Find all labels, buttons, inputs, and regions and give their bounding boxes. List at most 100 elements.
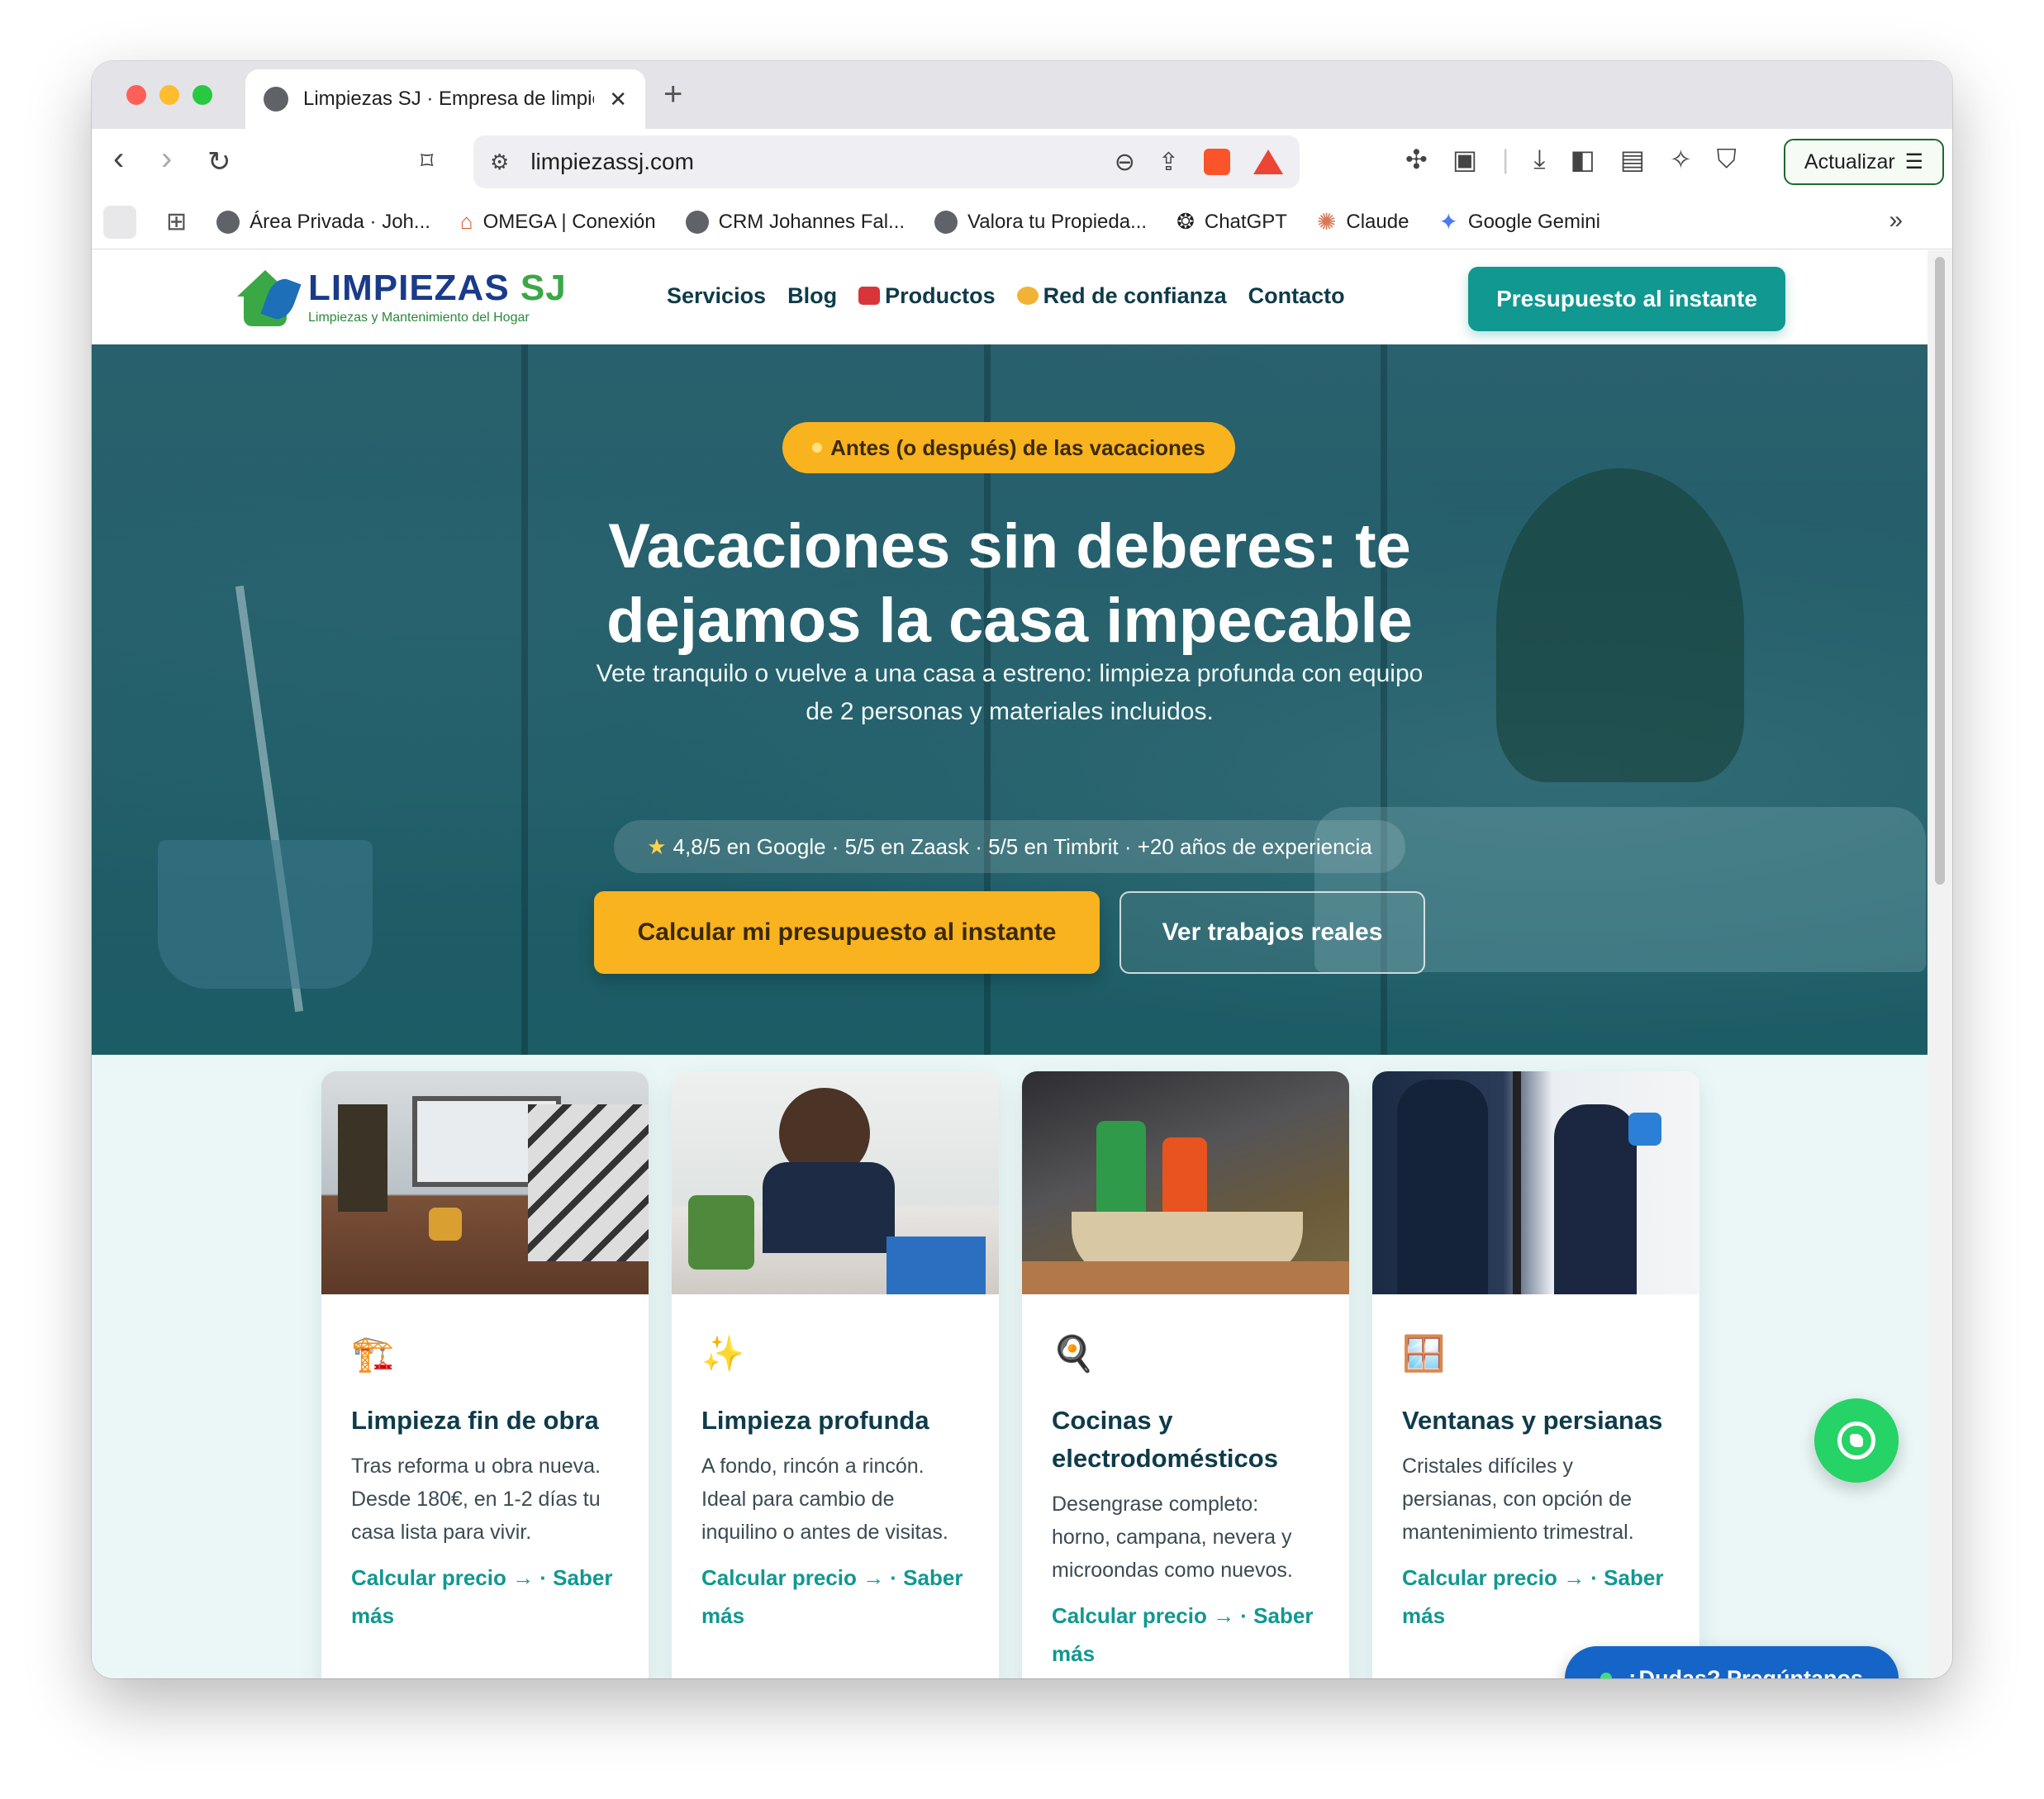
- bookmark-item[interactable]: ⌂ OMEGA | Conexión: [460, 209, 656, 235]
- whatsapp-button[interactable]: [1814, 1398, 1899, 1483]
- apps-grid-icon[interactable]: ⊞: [166, 207, 187, 236]
- season-badge: Antes (o después) de las vacaciones: [782, 422, 1235, 473]
- wallet-icon[interactable]: ▤: [1620, 144, 1645, 175]
- vpn-icon[interactable]: ⛉: [1717, 144, 1737, 175]
- bookmark-icon[interactable]: ⌑: [421, 147, 433, 176]
- reload-icon[interactable]: ↻: [207, 145, 231, 178]
- new-tab-button[interactable]: +: [663, 76, 682, 113]
- hero-window-frame: [521, 344, 528, 1055]
- online-status-icon: [1600, 1673, 1612, 1678]
- address-bar[interactable]: ⚙ limpiezassj.com ⊖ ⇪: [473, 135, 1300, 188]
- forward-icon[interactable]: ›: [161, 140, 172, 178]
- bookmark-item[interactable]: ✦ Google Gemini: [1438, 208, 1600, 235]
- nav-contacto[interactable]: Contacto: [1248, 283, 1345, 309]
- leo-ai-icon[interactable]: ✧: [1670, 144, 1692, 175]
- reader-mode-icon[interactable]: ▣: [1452, 144, 1477, 175]
- close-window-button[interactable]: [126, 85, 146, 105]
- menu-icon: ☰: [1904, 150, 1924, 173]
- loft-staircase-image: [321, 1071, 649, 1294]
- card-text: Tras reforma u obra nueva. Desde 180€, e…: [351, 1455, 601, 1544]
- toolbox-icon: [858, 287, 881, 305]
- zoom-window-button[interactable]: [193, 85, 212, 105]
- bookmark-item[interactable]: Área Privada · Joh...: [216, 210, 430, 234]
- sidebar-icon[interactable]: ◧: [1571, 144, 1595, 175]
- bookmark-placeholder[interactable]: [103, 205, 136, 239]
- service-cards: 🏗️ Limpieza fin de obra Tras reforma u o…: [321, 1071, 1699, 1678]
- service-card-limpieza-profunda[interactable]: ✨ Limpieza profunda A fondo, rincón a ri…: [672, 1071, 999, 1678]
- cleaning-products-image: [1022, 1071, 1349, 1294]
- frying-pan-icon: 🍳: [1052, 1334, 1096, 1373]
- zoom-out-icon[interactable]: ⊖: [1115, 148, 1135, 177]
- bookmark-item[interactable]: CRM Johannes Fal...: [685, 210, 905, 234]
- browser-toolbar: ‹ › ↻ ⌑ ⚙ limpiezassj.com ⊖ ⇪ ✣ ▣ | ⤓ ◧ …: [92, 129, 1952, 195]
- hero-subtitle: Vete tranquilo o vuelve a una casa a est…: [596, 660, 1424, 725]
- brand-accent: SJ: [520, 268, 567, 308]
- card-title: Cocinas y electrodomésticos: [1052, 1406, 1278, 1473]
- trust-ratings: ★ 4,8/5 en Google · 5/5 en Zaask · 5/5 en…: [614, 820, 1405, 873]
- page-viewport: LIMPIEZAS SJ Limpiezas y Mantenimiento d…: [92, 250, 1952, 1678]
- star-icon: ★: [647, 833, 667, 859]
- site-logo[interactable]: LIMPIEZAS SJ Limpiezas y Mantenimiento d…: [232, 263, 567, 330]
- card-title: Limpieza fin de obra: [351, 1406, 599, 1435]
- house-leaf-logo-icon: [232, 263, 302, 330]
- update-label: Actualizar: [1804, 150, 1895, 173]
- scrollbar-thumb[interactable]: [1935, 257, 1945, 885]
- bookmark-item[interactable]: ❂ ChatGPT: [1176, 209, 1287, 235]
- nav-blog[interactable]: Blog: [787, 283, 837, 309]
- view-real-work-button[interactable]: Ver trabajos reales: [1119, 891, 1425, 974]
- card-links[interactable]: Calcular precio → · Saber más: [701, 1559, 969, 1635]
- service-card-ventanas[interactable]: 🪟 Ventanas y persianas Cristales difícil…: [1372, 1071, 1699, 1678]
- card-title: Limpieza profunda: [701, 1406, 929, 1435]
- sparkles-icon: ✨: [701, 1334, 745, 1373]
- nav-servicios[interactable]: Servicios: [667, 283, 766, 309]
- extensions-icon[interactable]: ✣: [1405, 144, 1428, 175]
- ask-us-chat-button[interactable]: ¿Dudas? Pregúntanos: [1565, 1646, 1899, 1678]
- update-button[interactable]: Actualizar ☰: [1784, 139, 1944, 185]
- whatsapp-icon: [1837, 1422, 1875, 1460]
- bookmark-item[interactable]: Valora tu Propieda...: [934, 210, 1147, 234]
- minimize-window-button[interactable]: [159, 85, 179, 105]
- nav-red-de-confianza[interactable]: Red de confianza: [1016, 283, 1227, 309]
- card-links[interactable]: Calcular precio → · Saber más: [1402, 1559, 1670, 1635]
- download-icon[interactable]: ⤓: [1533, 144, 1545, 175]
- page-scrollbar[interactable]: [1928, 250, 1952, 1678]
- browser-tab[interactable]: Limpiezas SJ · Empresa de limpieza ✕: [245, 69, 645, 129]
- globe-icon: [685, 210, 709, 234]
- hero-bucket-image: [158, 840, 373, 989]
- calculate-quote-button[interactable]: Calcular mi presupuesto al instante: [594, 891, 1100, 974]
- brave-rewards-icon[interactable]: [1253, 150, 1283, 174]
- card-title: Ventanas y persianas: [1402, 1406, 1663, 1435]
- card-links[interactable]: Calcular precio → · Saber más: [1052, 1597, 1319, 1673]
- service-card-cocinas[interactable]: 🍳 Cocinas y electrodomésticos Desengrase…: [1022, 1071, 1349, 1678]
- browser-window: Limpiezas SJ · Empresa de limpieza ✕ + ‹…: [92, 61, 1952, 1678]
- brand-name: LIMPIEZAS: [308, 268, 510, 308]
- brand-tagline: Limpiezas y Mantenimiento del Hogar: [308, 311, 530, 325]
- sun-icon: [812, 443, 823, 453]
- share-icon[interactable]: ⇪: [1158, 148, 1179, 177]
- crane-icon: 🏗️: [351, 1334, 395, 1373]
- nav-productos[interactable]: Productos: [858, 283, 996, 309]
- back-icon[interactable]: ‹: [113, 140, 124, 178]
- chatgpt-icon: ❂: [1176, 209, 1195, 234]
- cleaner-kitchen-image: [672, 1071, 999, 1294]
- gemini-icon: ✦: [1438, 209, 1458, 235]
- site-settings-icon[interactable]: ⚙: [490, 150, 509, 175]
- card-links[interactable]: Calcular precio → · Saber más: [351, 1559, 619, 1635]
- card-text: Cristales difíciles y persianas, con opc…: [1402, 1455, 1634, 1544]
- claude-icon: ✺: [1316, 209, 1337, 235]
- more-bookmarks-icon[interactable]: »: [1889, 206, 1903, 235]
- header-quote-button[interactable]: Presupuesto al instante: [1468, 267, 1785, 331]
- toolbar-divider: |: [1502, 144, 1509, 174]
- globe-icon: [216, 210, 240, 234]
- main-nav: Servicios Blog Productos Red de confianz…: [667, 283, 1345, 309]
- url-text[interactable]: limpiezassj.com: [530, 149, 1091, 175]
- service-card-fin-de-obra[interactable]: 🏗️ Limpieza fin de obra Tras reforma u o…: [321, 1071, 649, 1678]
- close-tab-icon[interactable]: ✕: [609, 87, 627, 112]
- hero-plant-image: [1496, 468, 1744, 782]
- brave-shields-icon[interactable]: [1204, 149, 1230, 175]
- window-cleaners-image: [1372, 1071, 1699, 1294]
- tab-strip: Limpiezas SJ · Empresa de limpieza ✕ +: [92, 61, 1952, 129]
- card-text: A fondo, rincón a rincón. Ideal para cam…: [701, 1455, 948, 1544]
- site-header: LIMPIEZAS SJ Limpiezas y Mantenimiento d…: [92, 250, 1928, 344]
- bookmark-item[interactable]: ✺ Claude: [1317, 208, 1409, 235]
